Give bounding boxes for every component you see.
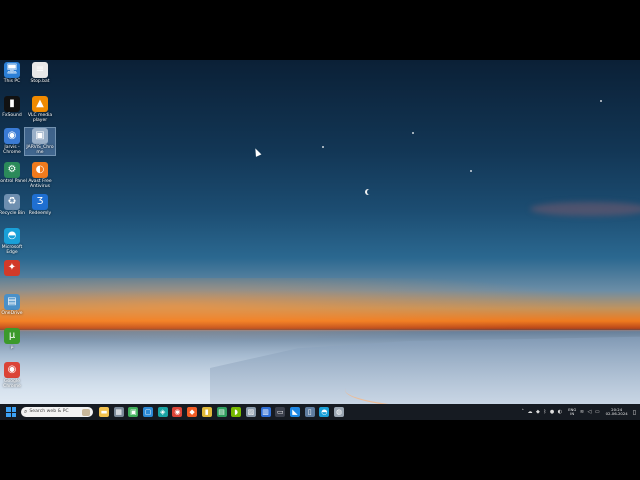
shortcut-image-icon: ▣ (32, 128, 48, 144)
app-teal-icon[interactable]: ◈ (157, 407, 168, 417)
desktop-icon-label: Control Panel (0, 179, 27, 184)
desktop-icon-label: Google Chrome (3, 379, 21, 389)
app-doc-icon[interactable]: ▯ (304, 407, 315, 417)
audio-bars-icon: ▮ (4, 96, 20, 112)
cloud-icon[interactable]: ☁ (528, 407, 533, 417)
desktop-icon-stop-bat[interactable]: ≡ Stop.bat (25, 62, 55, 84)
edge-icon[interactable]: ◓ (319, 407, 330, 417)
app-z-icon: Ʒ (32, 194, 48, 210)
start-button[interactable] (6, 407, 16, 417)
bluetooth-icon[interactable]: ᛒ (543, 407, 546, 417)
star (470, 170, 472, 172)
drive-icon: ▤ (4, 294, 20, 310)
wifi-icon[interactable]: ≋ (580, 407, 584, 417)
desktop-icon-control-panel[interactable]: ⚙ Control Panel (0, 162, 27, 184)
app-gray-icon[interactable]: ▨ (245, 407, 256, 417)
cloud-streak (530, 202, 640, 216)
crescent-moon-icon (367, 189, 373, 195)
search-placeholder: Search web & PC (29, 409, 69, 414)
clock-date: 02-06-2024 (605, 411, 628, 416)
power-icon[interactable]: ▭ (595, 407, 600, 417)
desktop-icon-jarvis-shortcut[interactable]: ▣ JARVIS_Chrome (24, 127, 56, 156)
desktop-icon-jarvis-chrome[interactable]: ◉ Jarvis - Chrome (0, 128, 27, 155)
desktop-icon-drive[interactable]: ▤ OneDrive (0, 294, 27, 316)
app-yellow-icon[interactable]: ▮ (201, 407, 212, 417)
star (600, 100, 602, 102)
desktop-icon-label: Jarvis - Chrome (3, 145, 21, 155)
language-indicator[interactable]: ENG IN (568, 407, 576, 417)
chrome-profile-icon: ◉ (4, 128, 20, 144)
app-grid-icon[interactable]: ▦ (113, 407, 124, 417)
taskbar-search[interactable]: ⌕ Search web & PC (21, 407, 93, 417)
search-icon: ⌕ (24, 408, 28, 415)
desktop-icon-recycle-bin[interactable]: ♻ Recycle Bin (0, 194, 27, 216)
desktop-icon-utorrent[interactable]: µµ (0, 328, 27, 350)
search-highlight-icon (82, 408, 90, 416)
app-green-doc-icon[interactable]: ▤ (216, 407, 227, 417)
app-globe-icon[interactable]: ◍ (334, 407, 344, 417)
mouse-cursor-icon (252, 147, 262, 157)
region-code: IN (570, 411, 575, 416)
brave-icon[interactable]: ◆ (187, 407, 198, 417)
app-blue-icon[interactable]: ▥ (260, 407, 271, 417)
windows-logo-icon (6, 407, 11, 412)
text-file-icon: ≡ (32, 62, 48, 78)
desktop-icon-vlc[interactable]: ▲ VLC media player (25, 96, 55, 123)
antivirus-tray-icon[interactable]: ◐ (558, 407, 562, 417)
control-panel-icon: ⚙ (4, 162, 20, 178)
desktop-icon-fxsound[interactable]: ▮ FxSound (0, 96, 27, 118)
desktop-icon-app-red[interactable]: ✦ (0, 260, 27, 277)
edge-icon: ◓ (4, 228, 20, 244)
app-tray-icon[interactable]: ● (550, 407, 554, 417)
desktop-icon-label: Microsoft Edge (1, 245, 23, 255)
clock[interactable]: 20:24 02-06-2024 (605, 407, 628, 417)
desktop-icon-label: VLC media player (27, 113, 53, 123)
task-view-icon[interactable]: ▢ (143, 407, 154, 417)
desktop[interactable]: 🖥 This PC ≡ Stop.bat ▮ FxSound ▲ VLC media play… (0, 60, 640, 420)
traffic-cone-icon: ▲ (32, 96, 48, 112)
antivirus-icon: ◐ (32, 162, 48, 178)
utorrent-icon: µ (4, 328, 20, 344)
desktop-icon-edge[interactable]: ◓ Microsoft Edge (0, 228, 27, 255)
desktop-icon-label: Stop.bat (30, 79, 50, 84)
taskbar-apps: ▬ ▦ ▣ ▢ ◈ ◉ ◆ ▮ ▤ ◗ ▨ ▥ ▭ ◣ ▯ ◓ ◍ (99, 407, 349, 417)
star (412, 132, 414, 134)
chrome-icon: ◉ (4, 362, 20, 378)
desktop-icon-label: FxSound (2, 113, 22, 118)
terminal-icon[interactable]: ▭ (275, 407, 286, 417)
desktop-icon-avast-free[interactable]: ◐ Avast Free Antivirus (25, 162, 55, 189)
desktop-icon-label: Redeemly (28, 211, 52, 216)
desktop-icon-label: µ (10, 345, 14, 350)
chevron-up-icon[interactable]: ˄ (522, 407, 525, 417)
app-star-icon: ✦ (4, 260, 20, 276)
desktop-icon-redeemly[interactable]: Ʒ Redeemly (25, 194, 55, 216)
app-green-icon[interactable]: ▣ (128, 407, 139, 417)
desktop-icon-label: Recycle Bin (0, 211, 25, 216)
desktop-icon-label: Avast Free Antivirus (28, 179, 52, 189)
desktop-icon-label: OneDrive (1, 311, 23, 316)
volume-icon[interactable]: ◁ (588, 407, 592, 417)
desktop-icon-label: This PC (3, 79, 21, 84)
chrome-icon[interactable]: ◉ (172, 407, 183, 417)
vscode-icon[interactable]: ◣ (289, 407, 300, 417)
taskbar: ⌕ Search web & PC ▬ ▦ ▣ ▢ ◈ ◉ ◆ ▮ ▤ ◗ ▨ ▥ ▭ ◣ ▯ ◓ ◍ ˄ ☁ … (0, 404, 640, 420)
desktop-icon-label: JARVIS_Chrome (26, 145, 54, 155)
security-icon[interactable]: ◆ (536, 407, 540, 417)
desktop-icon-this-pc[interactable]: 🖥 This PC (0, 62, 27, 84)
system-tray: ˄ ☁ ◆ ᛒ ● ◐ ENG IN ≋ ◁ ▭ 20:24 02-06-202… (518, 407, 637, 417)
nvidia-icon[interactable]: ◗ (231, 407, 242, 417)
desktop-icon-chrome[interactable]: ◉ Google Chrome (0, 362, 27, 389)
recycle-bin-icon: ♻ (4, 194, 20, 210)
notification-icon[interactable]: ▯ (633, 409, 636, 416)
star (322, 146, 324, 148)
monitor-icon: 🖥 (4, 62, 20, 78)
file-explorer-icon[interactable]: ▬ (99, 407, 109, 417)
